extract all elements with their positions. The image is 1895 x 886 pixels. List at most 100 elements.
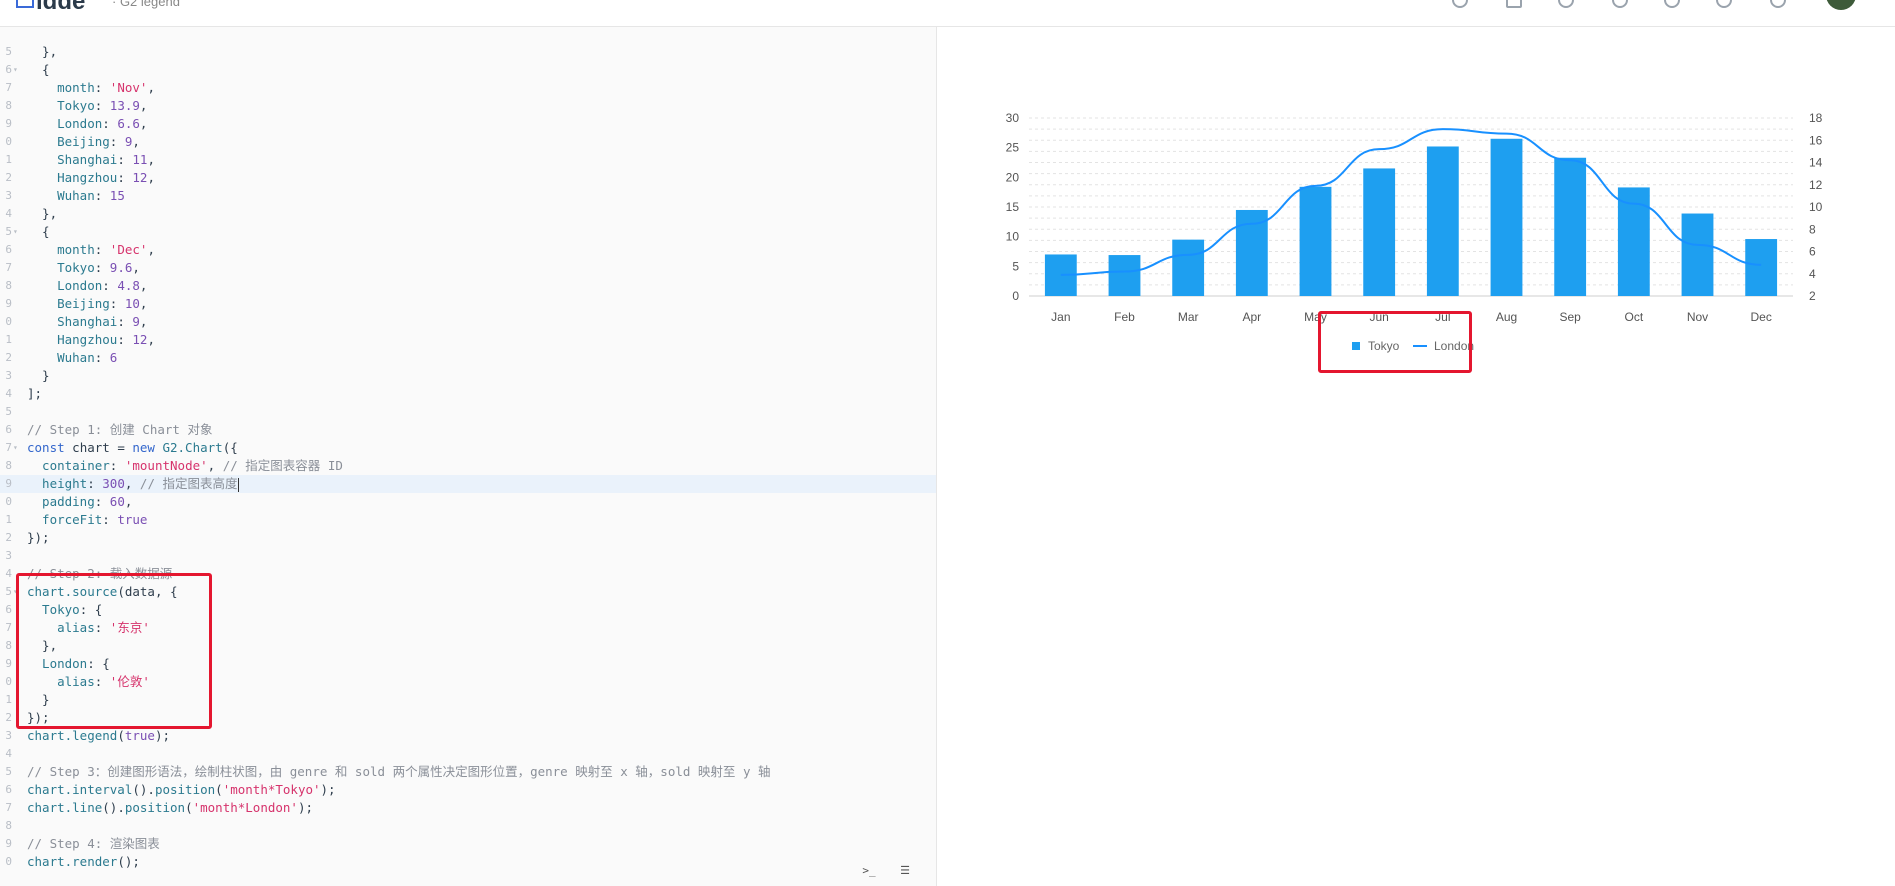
code-line[interactable]: 1 forceFit: true — [0, 511, 936, 529]
code-editor[interactable]: 5 }, 6 ▾ {7 month: 'Nov', 8 Tokyo: 13.9, 9 L… — [0, 27, 937, 886]
code-line[interactable]: 6 month: 'Dec', — [0, 241, 936, 259]
y-left-tick-label: 25 — [1006, 141, 1020, 155]
line-number: 6 — [5, 423, 12, 436]
code-line[interactable]: 4 — [0, 745, 936, 763]
code-token: , — [147, 80, 155, 95]
bar-tokyo — [1426, 146, 1459, 296]
x-tick-label: Apr — [1242, 310, 1261, 324]
code-token: }); — [27, 530, 50, 545]
code-line[interactable]: 0 padding: 60, — [0, 493, 936, 511]
code-text: // Step 3：创建图形语法，绘制柱状图，由 genre 和 sold 两个… — [27, 763, 771, 781]
bar-tokyo — [1554, 157, 1587, 296]
code-line[interactable]: 3 Wuhan: 15 — [0, 187, 936, 205]
text-cursor — [237, 477, 239, 492]
code-line[interactable]: 1 Hangzhou: 12, — [0, 331, 936, 349]
format-button[interactable]: ☰ — [892, 861, 918, 881]
line-number: 0 — [5, 135, 12, 148]
code-line[interactable]: 7 Tokyo: 9.6, — [0, 259, 936, 277]
line-number: 4 — [5, 567, 12, 580]
code-token: 13.9 — [109, 98, 140, 113]
code-token: 'month*Tokyo' — [222, 782, 321, 797]
code-token: : — [94, 260, 110, 275]
code-token: , — [139, 98, 148, 113]
code-token: ( — [215, 782, 223, 797]
line-number: 6 — [5, 63, 12, 76]
code-line[interactable]: 3 chart.legend(true); — [0, 727, 936, 745]
line-number: 9 — [5, 117, 12, 130]
code-line[interactable]: 9 // Step 4: 渲染图表 — [0, 835, 936, 853]
code-line[interactable]: 5 }, — [0, 43, 936, 61]
code-text: { — [27, 61, 50, 79]
code-token: , — [124, 476, 140, 491]
code-text: Shanghai: 9, — [27, 313, 147, 331]
bookmark-icon[interactable] — [1612, 0, 1628, 8]
code-line[interactable]: 5 // Step 3：创建图形语法，绘制柱状图，由 genre 和 sold 两… — [0, 763, 936, 781]
code-token: London — [27, 116, 103, 131]
code-token: month — [27, 242, 95, 257]
save-icon[interactable] — [1506, 0, 1522, 8]
line-number: 6 — [5, 603, 12, 616]
help-icon[interactable] — [1716, 0, 1732, 8]
code-line[interactable]: 5 — [0, 403, 936, 421]
code-line[interactable]: 1 Shanghai: 11, — [0, 151, 936, 169]
line-number: 1 — [5, 333, 12, 346]
code-token: ]; — [27, 386, 43, 401]
code-line[interactable]: 4]; — [0, 385, 936, 403]
code-line[interactable]: 8 — [0, 817, 936, 835]
code-token: position — [124, 800, 186, 815]
code-text: container: 'mountNode', // 指定图表容器 ID — [27, 457, 343, 475]
code-token: 'mountNode' — [124, 458, 208, 473]
code-line[interactable]: 6 chart.interval().position('month*Tokyo'… — [0, 781, 936, 799]
code-token: G2.Chart — [154, 440, 223, 455]
code-token: Wuhan — [27, 188, 95, 203]
line-number: 1 — [5, 693, 12, 706]
bar-tokyo — [1108, 255, 1141, 296]
code-line[interactable]: 6 ▾ { — [0, 61, 936, 79]
x-tick-label: Nov — [1687, 310, 1708, 324]
code-line[interactable]: 2 Hangzhou: 12, — [0, 169, 936, 187]
app-logo[interactable]: idde — [36, 0, 85, 16]
code-token: 9 — [132, 314, 140, 329]
code-line[interactable]: 9 height: 300, // 指定图表高度 — [0, 475, 936, 493]
code-line[interactable]: 4 }, — [0, 205, 936, 223]
code-line[interactable]: 6 // Step 1: 创建 Chart 对象 — [0, 421, 936, 439]
code-line[interactable]: 2}); — [0, 529, 936, 547]
console-button[interactable]: >_ — [856, 861, 882, 881]
pin-icon[interactable] — [1452, 0, 1468, 8]
fold-toggle-icon[interactable]: ▾ — [13, 439, 18, 457]
code-line[interactable]: 7 ▾ const chart = new G2.Chart({ — [0, 439, 936, 457]
star-icon[interactable] — [1664, 0, 1680, 8]
code-text: Beijing: 10, — [27, 295, 147, 313]
code-line[interactable]: 9 London: 6.6, — [0, 115, 936, 133]
line-number: 7 — [5, 801, 12, 814]
share-icon[interactable] — [1558, 0, 1574, 8]
fold-toggle-icon[interactable]: ▾ — [13, 223, 18, 241]
code-token: 12 — [132, 170, 148, 185]
code-token: , — [147, 170, 155, 185]
code-line[interactable]: 5 ▾ { — [0, 223, 936, 241]
code-token: : — [102, 512, 118, 527]
settings-icon[interactable] — [1770, 0, 1786, 8]
line-number: 9 — [5, 297, 12, 310]
code-line[interactable]: 3 — [0, 547, 936, 565]
code-line[interactable]: 0 Shanghai: 9, — [0, 313, 936, 331]
code-line[interactable]: 0 Beijing: 9, — [0, 133, 936, 151]
code-text: chart.render(); — [27, 853, 140, 871]
avatar[interactable] — [1826, 0, 1856, 10]
code-line[interactable]: 9 Beijing: 10, — [0, 295, 936, 313]
code-token: (). — [132, 782, 155, 797]
code-line[interactable]: 7 chart.line().position('month*London'); — [0, 799, 936, 817]
code-lines[interactable]: 5 }, 6 ▾ {7 month: 'Nov', 8 Tokyo: 13.9, 9 L… — [0, 43, 936, 871]
code-line[interactable]: 8 London: 4.8, — [0, 277, 936, 295]
code-line[interactable]: 2 Wuhan: 6 — [0, 349, 936, 367]
code-line[interactable]: 3 } — [0, 367, 936, 385]
top-bar: idde · G2 legend — [0, 0, 1895, 27]
code-line[interactable]: 8 container: 'mountNode', // 指定图表容器 ID — [0, 457, 936, 475]
line-number: 0 — [5, 495, 12, 508]
code-token: Tokyo — [27, 260, 95, 275]
code-line[interactable]: 8 Tokyo: 13.9, — [0, 97, 936, 115]
code-line[interactable]: 0 chart.render(); — [0, 853, 936, 871]
breadcrumb[interactable]: · G2 legend — [112, 0, 180, 9]
code-line[interactable]: 7 month: 'Nov', — [0, 79, 936, 97]
fold-toggle-icon[interactable]: ▾ — [13, 61, 18, 79]
